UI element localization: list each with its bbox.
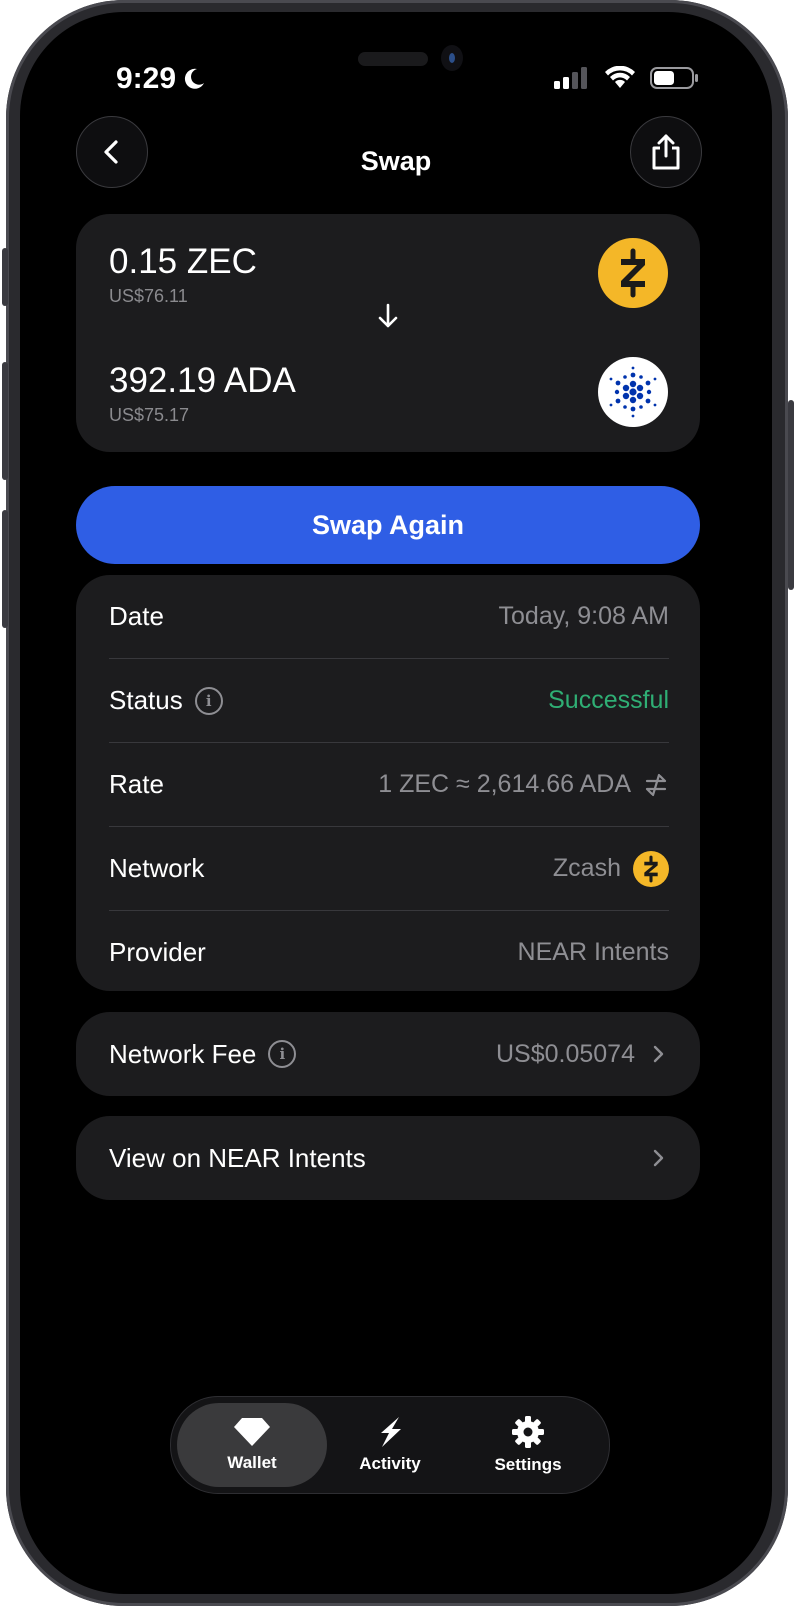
network-fee-label-group: Network Fee i [109,1038,297,1070]
battery-icon [650,67,698,89]
details-card: Date Today, 9:08 AM Status i Successful … [76,575,700,991]
share-button[interactable] [630,116,702,188]
provider-value: NEAR Intents [517,938,669,966]
from-amount: 0.15 ZEC [109,242,257,281]
from-usd-value: US$76.11 [109,286,188,306]
status-time: 9:29 [116,62,206,96]
detail-row-date: Date Today, 9:08 AM [109,575,669,658]
date-label: Date [109,601,164,631]
tab-activity[interactable]: Activity [315,1403,465,1487]
chevron-right-icon [653,1045,664,1063]
network-fee-label: Network Fee [109,1038,257,1069]
tab-settings[interactable]: Settings [453,1403,603,1487]
tab-wallet[interactable]: Wallet [177,1403,327,1487]
provider-label: Provider [109,937,206,967]
network-fee-card[interactable]: Network Fee i US$0.05074 [76,1012,700,1096]
network-value-group: Zcash [552,850,669,887]
network-fee-value: US$0.05074 [495,1039,635,1068]
status-icons [554,66,700,90]
detail-row-rate[interactable]: Rate 1 ZEC ≈ 2,614.66 ADA [109,743,669,826]
status-label: Status [109,685,183,715]
swap-rate-toggle-icon[interactable] [643,772,669,798]
chevron-right-icon [653,1149,664,1167]
swap-again-button[interactable]: Swap Again [76,486,700,564]
rate-value-group: 1 ZEC ≈ 2,614.66 ADA [378,770,669,799]
front-camera [441,45,463,71]
network-fee-value-group: US$0.05074 [496,1040,669,1069]
swap-summary-card: 0.15 ZEC US$76.11 392.19 ADA US$75.17 [76,214,700,452]
gear-icon [512,1416,544,1448]
side-button-silent [2,248,8,306]
rate-label: Rate [109,769,164,799]
dynamic-island [358,52,428,66]
network-fee-info-icon[interactable]: i [268,1040,297,1068]
view-on-explorer-row[interactable]: View on NEAR Intents [109,1116,669,1200]
to-amount: 392.19 ADA [109,361,296,400]
status-time-text: 9:29 [116,62,177,95]
view-on-explorer-card[interactable]: View on NEAR Intents [76,1116,700,1200]
cardano-coin-icon [598,357,668,427]
tab-wallet-label: Wallet [227,1453,277,1472]
status-info-icon[interactable]: i [194,686,223,715]
share-icon [652,134,680,170]
wifi-icon [605,66,635,88]
rate-value: 1 ZEC ≈ 2,614.66 ADA [378,770,631,798]
detail-row-provider: Provider NEAR Intents [109,911,669,994]
zcash-coin-icon [598,238,668,308]
side-button-power [788,400,794,590]
tab-activity-label: Activity [359,1454,421,1473]
date-value: Today, 9:08 AM [498,602,669,630]
view-on-explorer-label: View on NEAR Intents [109,1142,366,1173]
tab-settings-label: Settings [494,1455,562,1474]
zcash-network-icon [633,850,669,887]
side-button-volume-up [2,362,8,480]
network-fee-row[interactable]: Network Fee i US$0.05074 [109,1012,669,1096]
moon-icon [184,68,205,89]
network-value: Zcash [552,854,621,882]
status-value: Successful [548,686,669,714]
side-button-volume-down [2,510,8,628]
status-label-group: Status i [109,685,223,716]
tab-bar: Wallet Activity Settings [170,1396,610,1494]
arrow-down-icon [378,303,398,328]
detail-row-network: Network Zcash [109,827,669,910]
detail-row-status: Status i Successful [109,659,669,742]
cellular-signal-icon [554,67,587,89]
screen: 9:29 Swap 0.15 ZEC US$76.11 392.19 ADA U… [20,12,772,1594]
network-label: Network [109,853,205,883]
diamond-icon [234,1418,270,1446]
to-usd-value: US$75.17 [109,405,190,425]
lightning-icon [381,1417,401,1447]
